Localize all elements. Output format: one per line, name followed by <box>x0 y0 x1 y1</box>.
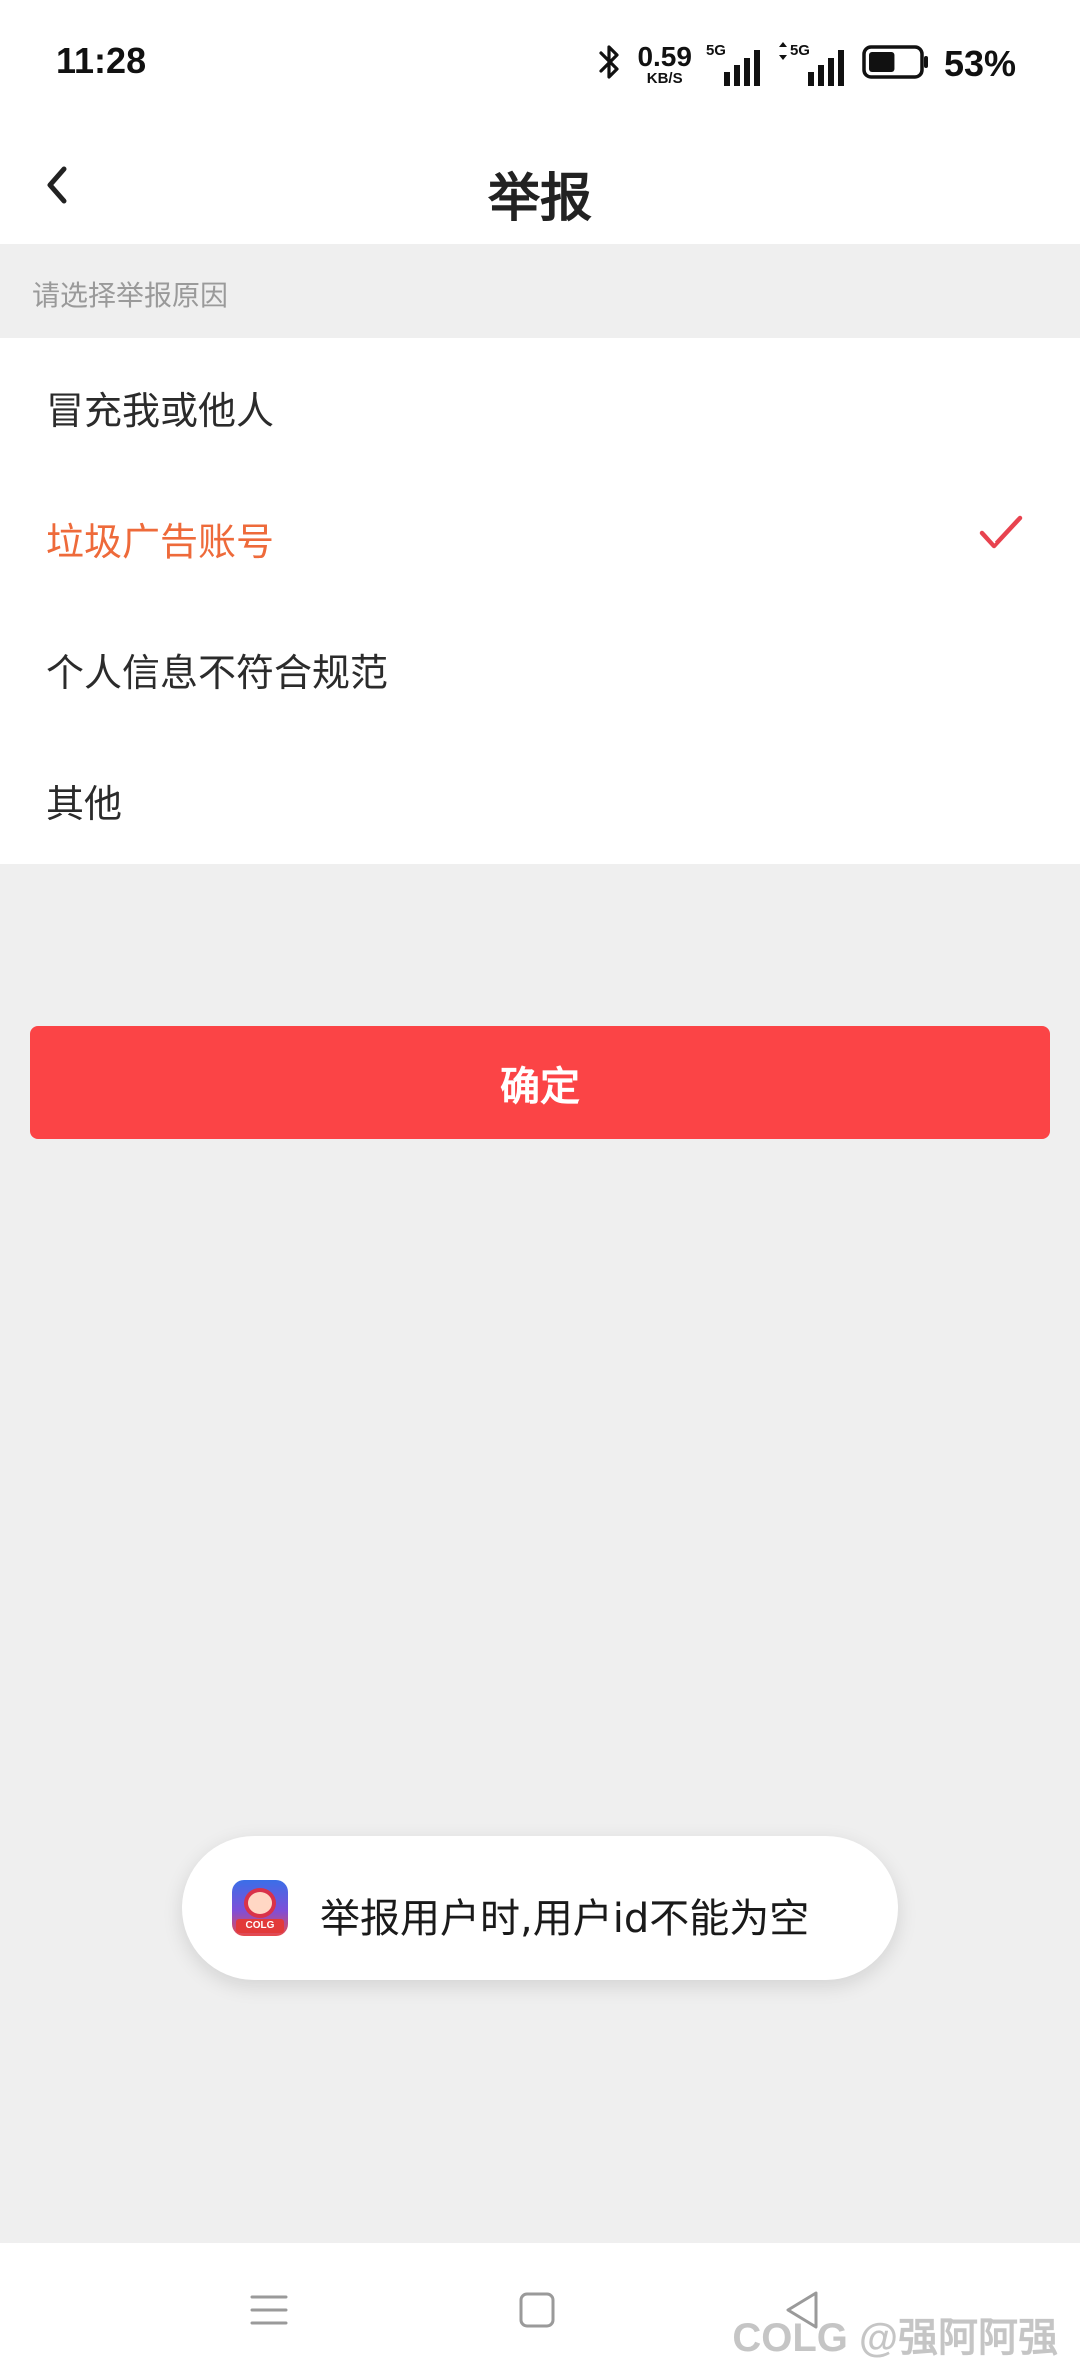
app-icon-brand: COLG <box>236 1919 284 1933</box>
bluetooth-icon <box>597 42 623 86</box>
system-nav-bar: COLG @强阿阿强 <box>0 2243 1080 2375</box>
section-header-label: 请选择举报原因 <box>32 279 229 312</box>
battery-percent: 53% <box>943 43 1016 84</box>
watermark: COLG @强阿阿强 <box>732 2316 1058 2360</box>
home-button[interactable] <box>514 2287 560 2333</box>
reason-option-label: 垃圾广告账号 <box>46 520 275 564</box>
app-icon: COLG <box>232 1880 288 1936</box>
confirm-button[interactable]: 确定 <box>30 1026 1050 1139</box>
page-title: 举报 <box>487 169 592 229</box>
section-header: 请选择举报原因 <box>0 244 1080 338</box>
reason-option-spam-ads[interactable]: 垃圾广告账号 <box>0 469 1080 600</box>
app-icon-character <box>244 1888 276 1918</box>
checkmark-icon <box>978 513 1024 557</box>
reason-option-profile-violation[interactable]: 个人信息不符合规范 <box>0 600 1080 731</box>
status-time: 11:28 <box>56 40 147 81</box>
reason-option-impersonation[interactable]: 冒充我或他人 <box>0 338 1080 469</box>
home-icon <box>519 2292 555 2328</box>
network-speed: 0.59 KB/S <box>637 40 692 87</box>
nav-bar: 举报 <box>0 126 1080 244</box>
status-indicators: 0.59 KB/S 5G 5G 53% <box>597 36 1016 92</box>
menu-icon <box>250 2295 288 2325</box>
reason-option-other[interactable]: 其他 <box>0 731 1080 862</box>
menu-button[interactable] <box>246 2287 292 2333</box>
network-speed-unit: KB/S <box>646 69 683 87</box>
toast-message: COLG 举报用户时,用户id不能为空 <box>182 1836 898 1980</box>
reason-option-label: 其他 <box>46 782 123 826</box>
report-reason-list: 冒充我或他人 垃圾广告账号 个人信息不符合规范 其他 <box>0 338 1080 864</box>
signal-5g-data-icon: 5G <box>778 42 848 86</box>
signal-5g-icon: 5G <box>706 42 764 86</box>
network-speed-value: 0.59 <box>637 40 692 72</box>
status-bar: 11:28 0.59 KB/S 5G 5G 53% <box>0 0 1080 126</box>
battery-icon <box>862 45 930 83</box>
reason-option-label: 冒充我或他人 <box>46 389 275 433</box>
confirm-button-label: 确定 <box>500 1064 580 1109</box>
reason-option-label: 个人信息不符合规范 <box>46 651 389 695</box>
toast-text: 举报用户时,用户id不能为空 <box>320 1896 810 1942</box>
